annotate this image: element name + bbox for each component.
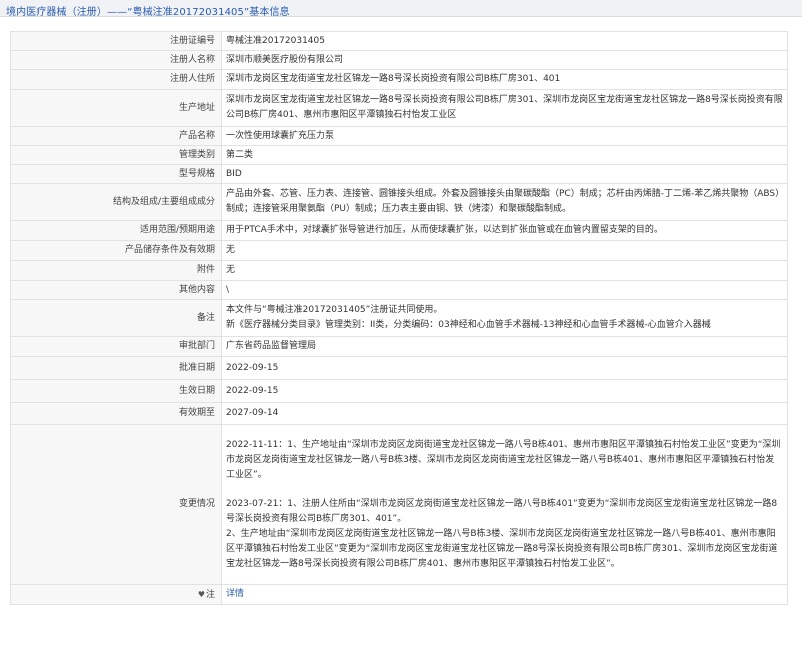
row-value: 一次性使用球囊扩充压力泵: [221, 126, 788, 146]
row-label: 产品名称: [10, 126, 222, 146]
table-row: 产品储存条件及有效期 无: [10, 240, 788, 261]
table-row: 适用范围/预期用途 用于PTCA手术中，对球囊扩张导管进行加压，从而使球囊扩张，…: [10, 220, 788, 241]
table-row: 生产地址 深圳市龙岗区宝龙街道宝龙社区锦龙一路8号深长岗投资有限公司B栋厂房30…: [10, 89, 788, 127]
table-row: 有效期至 2027-09-14: [10, 402, 788, 425]
footer-label-cell: ♥注: [10, 584, 222, 605]
row-value: \: [221, 280, 788, 300]
table-row: 附件 无: [10, 260, 788, 281]
row-label: 批准日期: [10, 356, 222, 380]
row-value: BID: [221, 164, 788, 184]
row-value: 广东省药品监督管理局: [221, 336, 788, 357]
row-value: 第二类: [221, 145, 788, 165]
pin-icon: ♥: [197, 589, 205, 599]
row-value: 2022-09-15: [221, 356, 788, 380]
table-row: 管理类别 第二类: [10, 145, 788, 165]
table-row: 注册人名称 深圳市顺美医疗股份有限公司: [10, 50, 788, 70]
footer-label: 注: [205, 589, 215, 600]
row-label: 审批部门: [10, 336, 222, 357]
row-label: 结构及组成/主要组成成分: [10, 183, 222, 221]
row-label: 型号规格: [10, 164, 222, 184]
row-value: 产品由外套、芯管、压力表、连接管、圆锥接头组成。外套及圆锥接头由聚碳酸酯（PC）…: [221, 183, 788, 221]
table-row: 注册人住所 深圳市龙岗区宝龙街道宝龙社区锦龙一路8号深长岗投资有限公司B栋厂房3…: [10, 69, 788, 90]
remarks-line: 本文件与“粤械注准20172031405”注册证共同使用。: [226, 305, 443, 315]
table-row: 备注 本文件与“粤械注准20172031405”注册证共同使用。 新《医疗器械分…: [10, 299, 788, 337]
row-value: 深圳市龙岗区宝龙街道宝龙社区锦龙一路8号深长岗投资有限公司B栋厂房301、401: [221, 69, 788, 90]
row-value: 2027-09-14: [221, 402, 788, 425]
change-entry: 2、生产地址由“深圳市龙岗区龙岗街道宝龙社区锦龙一路八号B栋3楼、深圳市龙岗区龙…: [226, 528, 778, 569]
row-label: 适用范围/预期用途: [10, 220, 222, 241]
table-row: 型号规格 BID: [10, 164, 788, 184]
row-label: 其他内容: [10, 280, 222, 300]
table-row: ♥注 详情: [10, 584, 788, 605]
page-header: 境内医疗器械（注册）——“粤械注准20172031405”基本信息: [0, 0, 802, 18]
table-row: 结构及组成/主要组成成分 产品由外套、芯管、压力表、连接管、圆锥接头组成。外套及…: [10, 183, 788, 221]
changes-value: 2022-11-11：1、生产地址由“深圳市龙岗区龙岗街道宝龙社区锦龙一路八号B…: [221, 424, 788, 585]
table-row: 注册证编号 粤械注准20172031405: [10, 31, 788, 51]
row-value: 用于PTCA手术中，对球囊扩张导管进行加压，从而使球囊扩张，以达到扩张血管或在血…: [221, 220, 788, 241]
row-label: 注册人住所: [10, 69, 222, 90]
row-label: 管理类别: [10, 145, 222, 165]
table-row: 变更情况 2022-11-11：1、生产地址由“深圳市龙岗区龙岗街道宝龙社区锦龙…: [10, 424, 788, 585]
row-label: 生产地址: [10, 89, 222, 127]
table-row: 其他内容 \: [10, 280, 788, 300]
info-table: 注册证编号 粤械注准20172031405 注册人名称 深圳市顺美医疗股份有限公…: [10, 31, 788, 605]
remarks-label: 备注: [10, 299, 222, 337]
footer-value: 详情: [221, 584, 788, 605]
changes-label: 变更情况: [10, 424, 222, 585]
table-row: 批准日期 2022-09-15: [10, 356, 788, 380]
row-label: 产品储存条件及有效期: [10, 240, 222, 261]
row-value: 无: [221, 240, 788, 261]
remarks-value: 本文件与“粤械注准20172031405”注册证共同使用。 新《医疗器械分类目录…: [221, 299, 788, 337]
info-table-container: 注册证编号 粤械注准20172031405 注册人名称 深圳市顺美医疗股份有限公…: [10, 31, 788, 605]
table-row: 产品名称 一次性使用球囊扩充压力泵: [10, 126, 788, 146]
row-label: 注册证编号: [10, 31, 222, 51]
row-value: 深圳市龙岗区宝龙街道宝龙社区锦龙一路8号深长岗投资有限公司B栋厂房301、深圳市…: [221, 89, 788, 127]
row-value: 粤械注准20172031405: [221, 31, 788, 51]
change-entry: 2023-07-21：1、注册人住所由“深圳市龙岗区龙岗街道宝龙社区锦龙一路八号…: [226, 498, 778, 524]
table-row: 生效日期 2022-09-15: [10, 379, 788, 403]
row-value: 2022-09-15: [221, 379, 788, 403]
row-label: 生效日期: [10, 379, 222, 403]
row-label: 注册人名称: [10, 50, 222, 70]
row-label: 有效期至: [10, 402, 222, 425]
page-title: 境内医疗器械（注册）——“粤械注准20172031405”基本信息: [6, 7, 290, 18]
row-label: 附件: [10, 260, 222, 281]
row-value: 无: [221, 260, 788, 281]
table-row: 审批部门 广东省药品监督管理局: [10, 336, 788, 357]
remarks-line: 新《医疗器械分类目录》管理类别：II类，分类编码：03神经和心血管手术器械-13…: [226, 320, 711, 330]
change-entry: 2022-11-11：1、生产地址由“深圳市龙岗区龙岗街道宝龙社区锦龙一路八号B…: [226, 439, 781, 480]
row-value: 深圳市顺美医疗股份有限公司: [221, 50, 788, 70]
details-link[interactable]: 详情: [226, 589, 244, 599]
